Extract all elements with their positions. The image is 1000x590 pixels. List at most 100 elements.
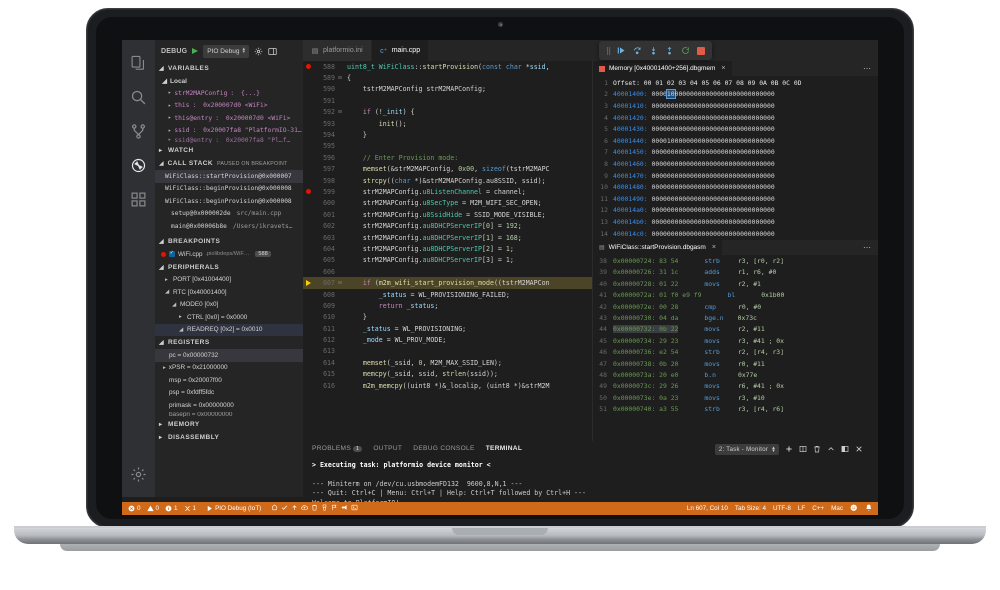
register-row[interactable]: basepri = 0x00000000 [155,412,303,417]
gear-icon[interactable] [122,457,155,491]
memory-byte[interactable]: 00 [752,90,760,98]
memory-byte[interactable]: 00 [744,183,752,191]
memory-byte[interactable]: 00 [682,125,690,133]
memory-byte[interactable]: 00 [659,206,667,214]
code-line[interactable]: 596 // Enter Provision mode: [303,152,592,163]
panel-tab-terminal[interactable]: TERMINAL [486,445,522,454]
pio-home-icon[interactable] [271,504,278,513]
memory-byte[interactable]: 00 [759,125,767,133]
memory-byte[interactable]: 00 [752,230,760,238]
code-line[interactable]: 594 } [303,129,592,140]
memory-byte[interactable]: 00 [690,195,698,203]
memory-byte[interactable]: 00 [736,183,744,191]
memory-byte[interactable]: 00 [667,114,675,122]
disassembly-row[interactable]: 500x0000073e: 0a 23movsr3, #10 [593,392,878,403]
fold-icon[interactable]: ⊟ [335,280,345,286]
memory-byte[interactable]: 00 [667,102,675,110]
memory-byte[interactable]: 00 [651,172,659,180]
memory-byte[interactable]: 00 [705,195,713,203]
memory-byte[interactable]: 00 [690,183,698,191]
memory-byte[interactable]: 00 [729,137,737,145]
memory-byte[interactable]: 00 [752,148,760,156]
register-row[interactable]: pc = 0x00000732 [155,349,303,362]
memory-byte[interactable]: 00 [682,148,690,156]
memory-byte[interactable]: 00 [651,137,659,145]
feedback-smiley-icon[interactable] [850,504,858,514]
memory-byte[interactable]: 00 [675,90,683,98]
memory-byte[interactable]: 00 [767,206,775,214]
memory-byte[interactable]: 00 [736,148,744,156]
memory-row[interactable]: 14400014c0: 00 00 00 00 00 00 00 00 00 0… [593,228,878,240]
memory-byte[interactable]: 00 [698,125,706,133]
memory-byte[interactable]: 00 [721,125,729,133]
memory-byte[interactable]: 00 [752,195,760,203]
code-line[interactable]: 598 strcpy((char *)&strM2MAPConfig.au8SS… [303,175,592,186]
memory-byte[interactable]: 00 [759,114,767,122]
memory-row[interactable]: 940001470: 00 00 00 00 00 00 00 00 00 00… [593,170,878,182]
breakpoint-gutter[interactable] [303,280,314,286]
language-mode[interactable]: C++ [812,505,824,512]
memory-byte[interactable]: 00 [736,218,744,226]
memory-byte[interactable]: 00 [690,90,698,98]
code-line[interactable]: 589⊟{ [303,72,592,83]
memory-byte[interactable]: 00 [667,218,675,226]
step-over-icon[interactable] [633,42,642,60]
memory-byte[interactable]: 00 [767,230,775,238]
memory-byte[interactable]: 00 [744,160,752,168]
memory-byte[interactable]: 00 [682,160,690,168]
pio-test-icon[interactable] [321,504,328,513]
breakpoint-gutter[interactable] [303,64,314,69]
memory-byte[interactable]: 00 [667,125,675,133]
memory-byte[interactable]: 00 [675,160,683,168]
call-stack-frame[interactable]: main@0x00006b8e/Users/ikravets… [155,220,303,233]
memory-byte[interactable]: 00 [659,172,667,180]
call-stack-frame[interactable]: WiFiClass::startProvision@0x000007 [155,170,303,183]
memory-byte[interactable]: 00 [759,218,767,226]
peripheral-node[interactable]: ▸PORT [0x41004400] [155,274,303,287]
memory-byte[interactable]: 00 [659,137,667,145]
run-debug-icon[interactable] [122,148,155,182]
memory-byte[interactable]: 00 [713,172,721,180]
memory-byte[interactable]: 00 [690,206,698,214]
warnings-indicator[interactable]: 0 [147,505,160,512]
memory-byte[interactable]: 00 [690,230,698,238]
memory-byte[interactable]: 00 [736,206,744,214]
memory-byte[interactable]: 00 [682,114,690,122]
memory-byte[interactable]: 00 [659,230,667,238]
memory-byte[interactable]: 00 [713,195,721,203]
variable-row[interactable]: ▸strM2MAPConfig: {...} [155,87,303,100]
memory-byte[interactable]: 00 [675,102,683,110]
memory-byte[interactable]: 00 [690,148,698,156]
code-line[interactable]: 614 memset(_ssid, 0, M2M_MAX_SSID_LEN); [303,357,592,368]
terminal-select[interactable]: 2: Task - Monitor ▴▾ [715,444,779,455]
memory-byte[interactable]: 00 [759,230,767,238]
disassembly-row[interactable]: 480x0000073a: 20 e0b.n0x77e [593,369,878,380]
memory-byte[interactable]: 00 [698,183,706,191]
memory-byte[interactable]: 00 [682,90,690,98]
code-line[interactable]: 603 strM2MAPConfig.au8DHCPServerIP[1] = … [303,232,592,243]
memory-byte[interactable]: 00 [767,172,775,180]
panel-tab-output[interactable]: OUTPUT [373,445,402,454]
panel-tab-problems[interactable]: PROBLEMS1 [312,445,362,454]
memory-byte[interactable]: 00 [729,125,737,133]
memory-byte[interactable]: 00 [721,114,729,122]
source-control-icon[interactable] [122,114,155,148]
memory-byte[interactable]: 00 [767,160,775,168]
memory-byte[interactable]: 00 [759,148,767,156]
pio-upload-ota-icon[interactable] [301,504,308,513]
memory-byte[interactable]: 00 [744,137,752,145]
memory-byte[interactable]: 00 [729,206,737,214]
memory-byte[interactable]: 00 [682,102,690,110]
memory-byte[interactable]: 00 [651,206,659,214]
memory-byte[interactable]: 00 [759,90,767,98]
memory-byte[interactable]: 00 [659,148,667,156]
pio-serial-monitor-icon[interactable] [341,504,348,513]
memory-byte[interactable]: 00 [705,102,713,110]
memory-byte[interactable]: 00 [675,125,683,133]
ports-indicator[interactable]: 1 [184,505,197,512]
memory-byte[interactable]: 00 [682,172,690,180]
memory-byte[interactable]: 00 [690,125,698,133]
pio-upload-icon[interactable] [291,504,298,513]
disassembly-row[interactable]: 430x00000730: 04 dabge.n0x73c [593,312,878,323]
peripheral-node[interactable]: ◢READREQ [0x2] = 0x0010 [155,324,303,337]
